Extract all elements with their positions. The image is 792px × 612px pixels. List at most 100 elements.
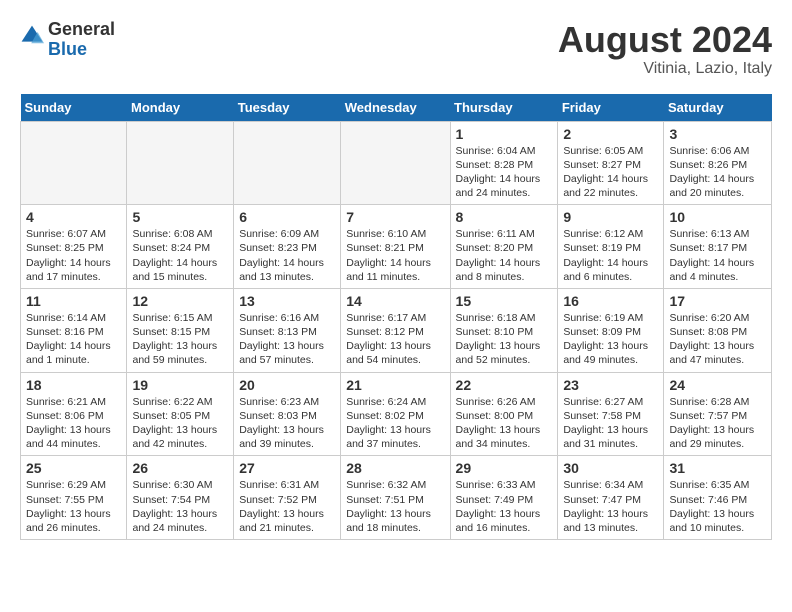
- calendar-day-cell: 14 Sunrise: 6:17 AM Sunset: 8:12 PM Dayli…: [341, 288, 450, 372]
- calendar-day-cell: 11 Sunrise: 6:14 AM Sunset: 8:16 PM Dayli…: [21, 288, 127, 372]
- title-section: August 2024 Vitinia, Lazio, Italy: [558, 20, 772, 78]
- day-number: 20: [239, 377, 335, 393]
- calendar-day-cell: 29 Sunrise: 6:33 AM Sunset: 7:49 PM Dayli…: [450, 456, 558, 540]
- day-number: 4: [26, 209, 121, 225]
- day-number: 10: [669, 209, 766, 225]
- calendar-day-cell: 18 Sunrise: 6:21 AM Sunset: 8:06 PM Dayli…: [21, 372, 127, 456]
- day-info: Sunrise: 6:05 AM Sunset: 8:27 PM Dayligh…: [563, 144, 658, 201]
- day-number: 13: [239, 293, 335, 309]
- day-info: Sunrise: 6:11 AM Sunset: 8:20 PM Dayligh…: [456, 227, 553, 284]
- calendar-day-cell: 27 Sunrise: 6:31 AM Sunset: 7:52 PM Dayli…: [234, 456, 341, 540]
- day-info: Sunrise: 6:14 AM Sunset: 8:16 PM Dayligh…: [26, 311, 121, 368]
- page-header: General Blue August 2024 Vitinia, Lazio,…: [20, 20, 772, 78]
- calendar-day-cell: 25Sunrise: 6:29 AM Sunset: 7:55 PM Dayli…: [21, 456, 127, 540]
- calendar-day-cell: 19 Sunrise: 6:22 AM Sunset: 8:05 PM Dayli…: [127, 372, 234, 456]
- calendar-week-row: 4 Sunrise: 6:07 AM Sunset: 8:25 PM Daylig…: [21, 205, 772, 289]
- day-info: Sunrise: 6:26 AM Sunset: 8:00 PM Dayligh…: [456, 395, 553, 452]
- calendar-day-cell: 13 Sunrise: 6:16 AM Sunset: 8:13 PM Dayli…: [234, 288, 341, 372]
- calendar-day-cell: 1Sunrise: 6:04 AM Sunset: 8:28 PM Daylig…: [450, 121, 558, 205]
- day-number: 9: [563, 209, 658, 225]
- day-info: Sunrise: 6:19 AM Sunset: 8:09 PM Dayligh…: [563, 311, 658, 368]
- day-number: 29: [456, 460, 553, 476]
- day-number: 19: [132, 377, 228, 393]
- weekday-header: Saturday: [664, 94, 772, 122]
- calendar-day-cell: 16 Sunrise: 6:19 AM Sunset: 8:09 PM Dayli…: [558, 288, 664, 372]
- day-number: 21: [346, 377, 444, 393]
- day-info: Sunrise: 6:27 AM Sunset: 7:58 PM Dayligh…: [563, 395, 658, 452]
- day-number: 22: [456, 377, 553, 393]
- day-info: Sunrise: 6:04 AM Sunset: 8:28 PM Dayligh…: [456, 144, 553, 201]
- location: Vitinia, Lazio, Italy: [558, 60, 772, 78]
- day-number: 30: [563, 460, 658, 476]
- day-info: Sunrise: 6:22 AM Sunset: 8:05 PM Dayligh…: [132, 395, 228, 452]
- day-number: 6: [239, 209, 335, 225]
- calendar-day-cell: 17Sunrise: 6:20 AM Sunset: 8:08 PM Dayli…: [664, 288, 772, 372]
- logo-blue: Blue: [48, 40, 115, 60]
- day-number: 3: [669, 126, 766, 142]
- day-number: 23: [563, 377, 658, 393]
- calendar-day-cell: 9Sunrise: 6:12 AM Sunset: 8:19 PM Daylig…: [558, 205, 664, 289]
- day-info: Sunrise: 6:06 AM Sunset: 8:26 PM Dayligh…: [669, 144, 766, 201]
- day-info: Sunrise: 6:15 AM Sunset: 8:15 PM Dayligh…: [132, 311, 228, 368]
- day-number: 12: [132, 293, 228, 309]
- day-info: Sunrise: 6:08 AM Sunset: 8:24 PM Dayligh…: [132, 227, 228, 284]
- day-number: 5: [132, 209, 228, 225]
- day-number: 31: [669, 460, 766, 476]
- day-info: Sunrise: 6:31 AM Sunset: 7:52 PM Dayligh…: [239, 478, 335, 535]
- calendar-day-cell: [234, 121, 341, 205]
- day-number: 11: [26, 293, 121, 309]
- day-number: 17: [669, 293, 766, 309]
- calendar-day-cell: 5 Sunrise: 6:08 AM Sunset: 8:24 PM Daylig…: [127, 205, 234, 289]
- calendar-day-cell: [341, 121, 450, 205]
- calendar-day-cell: 24Sunrise: 6:28 AM Sunset: 7:57 PM Dayli…: [664, 372, 772, 456]
- day-number: 16: [563, 293, 658, 309]
- calendar-week-row: 1Sunrise: 6:04 AM Sunset: 8:28 PM Daylig…: [21, 121, 772, 205]
- day-info: Sunrise: 6:28 AM Sunset: 7:57 PM Dayligh…: [669, 395, 766, 452]
- day-info: Sunrise: 6:35 AM Sunset: 7:46 PM Dayligh…: [669, 478, 766, 535]
- day-info: Sunrise: 6:34 AM Sunset: 7:47 PM Dayligh…: [563, 478, 658, 535]
- calendar-day-cell: 31 Sunrise: 6:35 AM Sunset: 7:46 PM Dayli…: [664, 456, 772, 540]
- day-info: Sunrise: 6:16 AM Sunset: 8:13 PM Dayligh…: [239, 311, 335, 368]
- weekday-header: Friday: [558, 94, 664, 122]
- day-number: 2: [563, 126, 658, 142]
- calendar-week-row: 11 Sunrise: 6:14 AM Sunset: 8:16 PM Dayli…: [21, 288, 772, 372]
- weekday-header: Thursday: [450, 94, 558, 122]
- logo-general: General: [48, 20, 115, 40]
- calendar-day-cell: 8Sunrise: 6:11 AM Sunset: 8:20 PM Daylig…: [450, 205, 558, 289]
- calendar-week-row: 18 Sunrise: 6:21 AM Sunset: 8:06 PM Dayli…: [21, 372, 772, 456]
- calendar-day-cell: 3 Sunrise: 6:06 AM Sunset: 8:26 PM Daylig…: [664, 121, 772, 205]
- day-info: Sunrise: 6:33 AM Sunset: 7:49 PM Dayligh…: [456, 478, 553, 535]
- day-number: 27: [239, 460, 335, 476]
- day-info: Sunrise: 6:21 AM Sunset: 8:06 PM Dayligh…: [26, 395, 121, 452]
- calendar-table: SundayMondayTuesdayWednesdayThursdayFrid…: [20, 94, 772, 540]
- day-info: Sunrise: 6:29 AM Sunset: 7:55 PM Dayligh…: [26, 478, 121, 535]
- day-number: 18: [26, 377, 121, 393]
- day-info: Sunrise: 6:23 AM Sunset: 8:03 PM Dayligh…: [239, 395, 335, 452]
- day-info: Sunrise: 6:07 AM Sunset: 8:25 PM Dayligh…: [26, 227, 121, 284]
- calendar-day-cell: 12 Sunrise: 6:15 AM Sunset: 8:15 PM Dayli…: [127, 288, 234, 372]
- day-number: 28: [346, 460, 444, 476]
- weekday-header: Sunday: [21, 94, 127, 122]
- calendar-day-cell: 2 Sunrise: 6:05 AM Sunset: 8:27 PM Daylig…: [558, 121, 664, 205]
- calendar-day-cell: 6 Sunrise: 6:09 AM Sunset: 8:23 PM Daylig…: [234, 205, 341, 289]
- calendar-day-cell: 7Sunrise: 6:10 AM Sunset: 8:21 PM Daylig…: [341, 205, 450, 289]
- day-info: Sunrise: 6:09 AM Sunset: 8:23 PM Dayligh…: [239, 227, 335, 284]
- day-info: Sunrise: 6:13 AM Sunset: 8:17 PM Dayligh…: [669, 227, 766, 284]
- day-number: 15: [456, 293, 553, 309]
- day-info: Sunrise: 6:17 AM Sunset: 8:12 PM Dayligh…: [346, 311, 444, 368]
- logo: General Blue: [20, 20, 115, 60]
- calendar-day-cell: 10 Sunrise: 6:13 AM Sunset: 8:17 PM Dayli…: [664, 205, 772, 289]
- header-row: SundayMondayTuesdayWednesdayThursdayFrid…: [21, 94, 772, 122]
- day-number: 7: [346, 209, 444, 225]
- calendar-week-row: 25Sunrise: 6:29 AM Sunset: 7:55 PM Dayli…: [21, 456, 772, 540]
- weekday-header: Wednesday: [341, 94, 450, 122]
- day-info: Sunrise: 6:32 AM Sunset: 7:51 PM Dayligh…: [346, 478, 444, 535]
- calendar-day-cell: 30 Sunrise: 6:34 AM Sunset: 7:47 PM Dayli…: [558, 456, 664, 540]
- day-info: Sunrise: 6:30 AM Sunset: 7:54 PM Dayligh…: [132, 478, 228, 535]
- calendar-day-cell: 26 Sunrise: 6:30 AM Sunset: 7:54 PM Dayli…: [127, 456, 234, 540]
- calendar-day-cell: 20 Sunrise: 6:23 AM Sunset: 8:03 PM Dayli…: [234, 372, 341, 456]
- calendar-day-cell: 22 Sunrise: 6:26 AM Sunset: 8:00 PM Dayli…: [450, 372, 558, 456]
- day-number: 14: [346, 293, 444, 309]
- calendar-day-cell: 15Sunrise: 6:18 AM Sunset: 8:10 PM Dayli…: [450, 288, 558, 372]
- day-number: 26: [132, 460, 228, 476]
